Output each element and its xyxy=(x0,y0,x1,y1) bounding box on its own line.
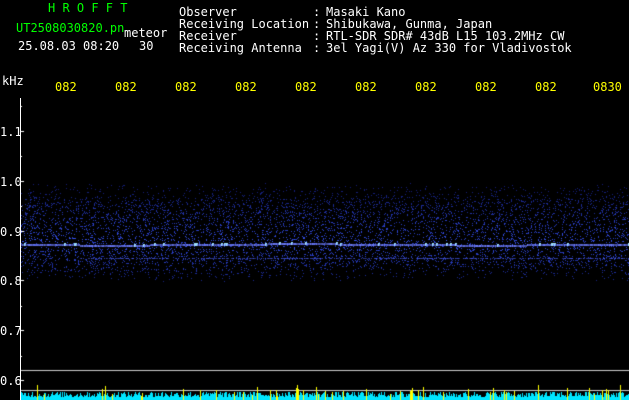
spectrogram-canvas xyxy=(20,98,629,400)
x-tick-label: 082 xyxy=(415,80,437,94)
x-tick-label: 0830 xyxy=(593,80,622,94)
filename: UT2508030820.pn xyxy=(16,21,125,35)
label-antenna: Receiving Antenna xyxy=(179,41,302,55)
interval: 30 xyxy=(139,39,154,53)
mode-label: meteor xyxy=(124,26,168,40)
x-tick-label: 082 xyxy=(295,80,317,94)
y-tick-label: 0.7 xyxy=(0,324,22,338)
app-title: H R O F F T xyxy=(48,1,128,15)
value-antenna: 3el Yagi(V) Az 330 for Vladivostok xyxy=(326,41,572,55)
y-tick-label: 0.8 xyxy=(0,274,22,288)
x-tick-label: 082 xyxy=(535,80,557,94)
y-axis-unit: kHz xyxy=(2,74,24,88)
x-tick-label: 082 xyxy=(355,80,377,94)
x-tick-label: 082 xyxy=(475,80,497,94)
y-tick-label: 1.1 xyxy=(0,125,22,139)
x-tick-label: 082 xyxy=(55,80,77,94)
y-tick-label: 0.6 xyxy=(0,374,22,388)
y-tick-label: 0.9 xyxy=(0,225,22,239)
y-tick-label: 1.0 xyxy=(0,175,22,189)
x-tick-label: 082 xyxy=(115,80,137,94)
x-tick-label: 082 xyxy=(175,80,197,94)
datetime: 25.08.03 08:20 xyxy=(18,39,120,53)
y-axis-line xyxy=(20,98,21,400)
sep-antenna: : xyxy=(313,41,321,55)
x-tick-label: 082 xyxy=(235,80,257,94)
